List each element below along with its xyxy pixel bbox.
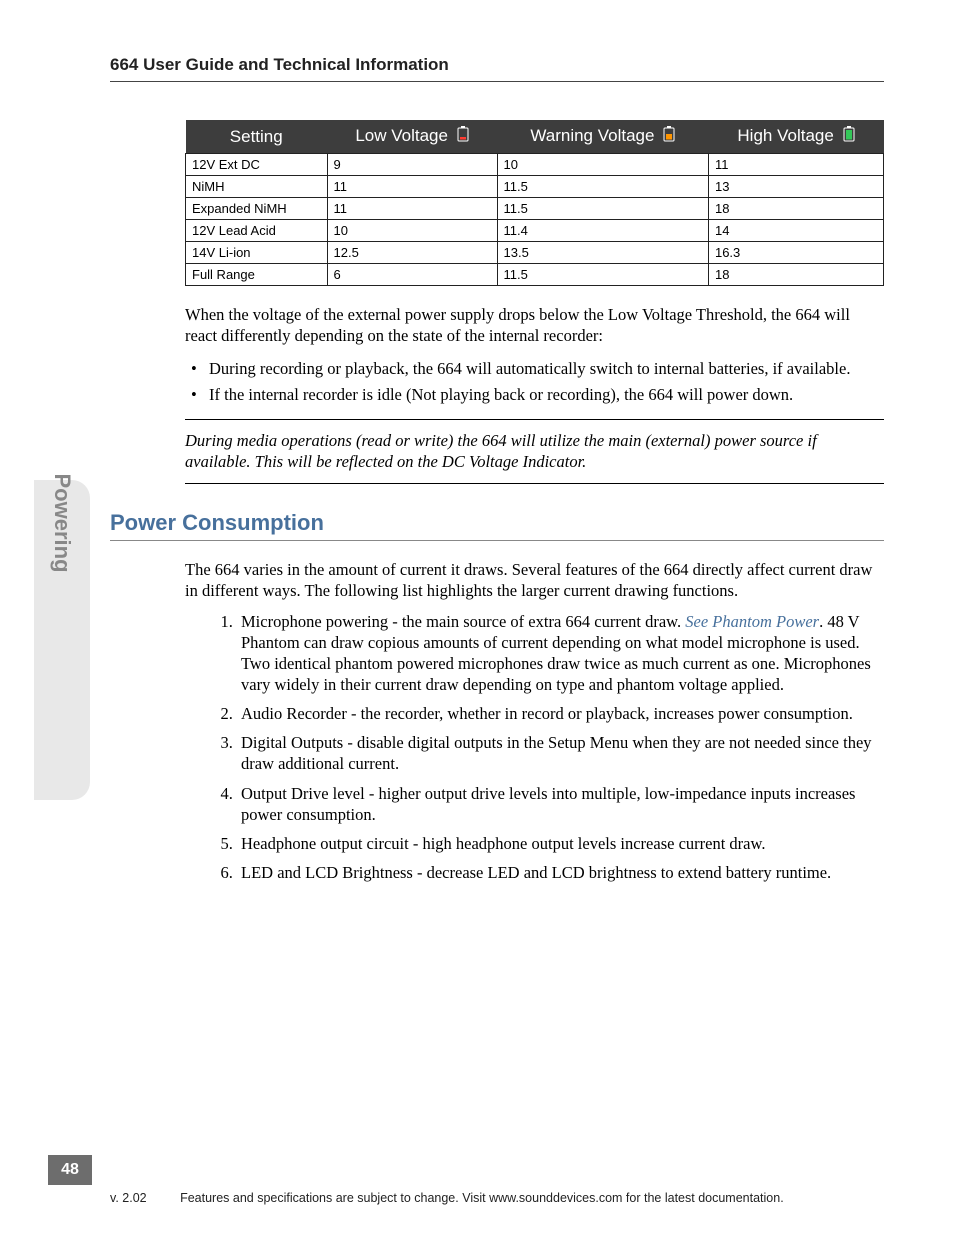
col-setting: Setting	[186, 120, 328, 154]
list-item: Digital Outputs - disable digital output…	[237, 732, 884, 774]
table-cell: 14V Li-ion	[186, 242, 328, 264]
section-intro: The 664 varies in the amount of current …	[185, 559, 884, 601]
col-high-label: High Voltage	[737, 126, 833, 145]
table-cell: 6	[327, 264, 497, 286]
side-tab-label: Powering	[49, 473, 75, 572]
table-row: Expanded NiMH1111.518	[186, 198, 884, 220]
footer: v. 2.02 Features and specifications are …	[110, 1191, 894, 1205]
table-cell: 13	[708, 176, 883, 198]
table-row: 12V Lead Acid1011.414	[186, 220, 884, 242]
threshold-paragraph: When the voltage of the external power s…	[185, 304, 884, 346]
phantom-power-link[interactable]: See Phantom Power	[685, 612, 819, 631]
table-cell: 11.5	[497, 198, 708, 220]
battery-low-icon	[457, 126, 469, 147]
table-cell: 18	[708, 264, 883, 286]
list-item: Microphone powering - the main source of…	[237, 611, 884, 695]
battery-high-icon	[843, 126, 855, 147]
page-number: 48	[48, 1155, 92, 1185]
table-cell: 11.5	[497, 176, 708, 198]
table-cell: 9	[327, 154, 497, 176]
footer-version: v. 2.02	[110, 1191, 147, 1205]
note-block: During media operations (read or write) …	[185, 419, 884, 483]
col-low: Low Voltage	[327, 120, 497, 154]
side-tab: Powering	[34, 480, 90, 800]
table-row: Full Range611.518	[186, 264, 884, 286]
header-rule	[110, 81, 884, 82]
section-rule	[110, 540, 884, 541]
table-cell: 16.3	[708, 242, 883, 264]
list-item: LED and LCD Brightness - decrease LED an…	[237, 862, 884, 883]
section-heading-power-consumption: Power Consumption	[110, 510, 884, 536]
table-row: 12V Ext DC91011	[186, 154, 884, 176]
table-row: 14V Li-ion12.513.516.3	[186, 242, 884, 264]
list-item: Audio Recorder - the recorder, whether i…	[237, 703, 884, 724]
note-text: During media operations (read or write) …	[185, 430, 884, 472]
table-cell: 11	[327, 198, 497, 220]
col-warn: Warning Voltage	[497, 120, 708, 154]
table-cell: 14	[708, 220, 883, 242]
table-cell: 13.5	[497, 242, 708, 264]
col-low-label: Low Voltage	[355, 126, 448, 145]
voltage-table: Setting Low Voltage Warning Voltage	[185, 120, 884, 286]
list-item: During recording or playback, the 664 wi…	[185, 356, 884, 382]
list-item: Output Drive level - higher output drive…	[237, 783, 884, 825]
table-cell: 10	[497, 154, 708, 176]
table-cell: Full Range	[186, 264, 328, 286]
table-cell: 10	[327, 220, 497, 242]
table-cell: 12V Lead Acid	[186, 220, 328, 242]
table-cell: 12.5	[327, 242, 497, 264]
table-cell: NiMH	[186, 176, 328, 198]
table-cell: 18	[708, 198, 883, 220]
table-cell: 12V Ext DC	[186, 154, 328, 176]
col-warn-label: Warning Voltage	[530, 126, 654, 145]
battery-warn-icon	[663, 126, 675, 147]
behavior-list: During recording or playback, the 664 wi…	[185, 356, 884, 407]
table-cell: 11.5	[497, 264, 708, 286]
list-item: Headphone output circuit - high headphon…	[237, 833, 884, 854]
table-cell: 11.4	[497, 220, 708, 242]
footer-text: Features and specifications are subject …	[180, 1191, 784, 1205]
table-row: NiMH1111.513	[186, 176, 884, 198]
table-cell: 11	[327, 176, 497, 198]
power-consumption-list: Microphone powering - the main source of…	[237, 611, 884, 883]
page-header-title: 664 User Guide and Technical Information	[110, 55, 884, 75]
col-high: High Voltage	[708, 120, 883, 154]
table-cell: 11	[708, 154, 883, 176]
list-item: If the internal recorder is idle (Not pl…	[185, 382, 884, 408]
table-cell: Expanded NiMH	[186, 198, 328, 220]
